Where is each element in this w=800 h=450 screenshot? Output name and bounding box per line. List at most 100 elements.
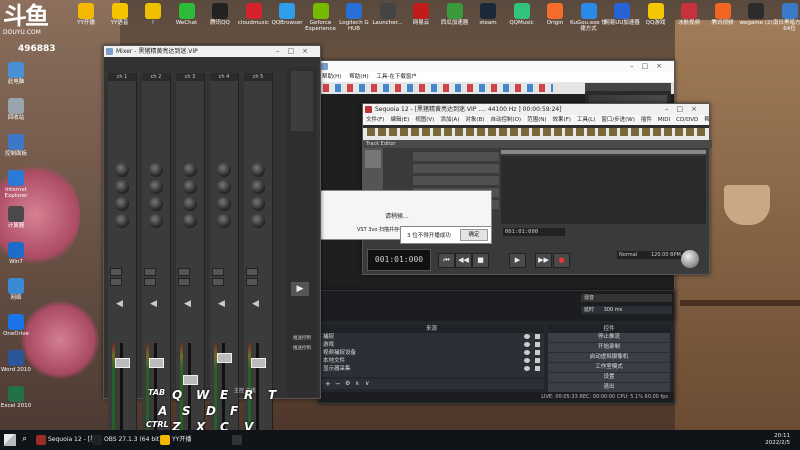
source-row[interactable]: 视频捕捉设备 — [319, 349, 544, 357]
back-button[interactable]: ◀◀ — [455, 253, 472, 268]
sequoia-titlebar[interactable]: Sequoia 12 - [黑猪精黄亮达到迷.VIP .... 44100 Hz… — [363, 104, 709, 115]
play-icon[interactable]: ▶ — [291, 282, 309, 296]
speaker-icon[interactable]: ◀ — [150, 299, 157, 309]
knob-icon[interactable] — [149, 163, 163, 177]
channel-toggle-button[interactable] — [178, 268, 190, 276]
speaker-icon[interactable]: ◀ — [184, 299, 191, 309]
obs-delay-row[interactable]: 延时 300 ms — [581, 306, 672, 314]
sequoia-menubar[interactable]: 文件(F) 编辑(E) 视图(V) 添加(A) 对象(B) 自动控制(O) 范围(N) 效果(… — [363, 115, 709, 125]
channel-toggle-button[interactable] — [212, 268, 224, 276]
menu-item[interactable]: MIDI — [655, 117, 673, 123]
control-button[interactable]: 启动虚拟摄像机 — [548, 353, 670, 363]
side-button[interactable]: 推送控制 — [287, 345, 317, 351]
knob-icon[interactable] — [217, 163, 231, 177]
lock-icon[interactable] — [535, 342, 540, 347]
window-controls[interactable]: –□× — [665, 104, 705, 115]
remove-icon[interactable]: − — [335, 380, 341, 388]
forward-button[interactable]: ▶▶ — [535, 253, 552, 268]
down-arrow-icon[interactable]: ∨ — [365, 380, 369, 387]
back-window-menu[interactable]: 帮助(H) 帮助(H) 工具-在下载窗户 — [319, 72, 674, 82]
mixer-titlebar[interactable]: Mixer - 黑猪精黄亮达到迷.VIP –□× — [104, 46, 320, 57]
clock[interactable]: 20:11 2022/2/5 — [720, 433, 790, 447]
sync-mode-field[interactable]: Normal — [617, 251, 649, 259]
desktop-icon[interactable]: 控制面板 — [0, 134, 36, 157]
desktop-icon[interactable]: 回收站 — [0, 98, 36, 121]
desktop-icon[interactable]: 南日黑暗方案 64位 — [770, 3, 800, 32]
arrange-area[interactable] — [501, 156, 706, 224]
stop-button[interactable]: ■ — [472, 253, 489, 268]
lock-icon[interactable] — [535, 358, 540, 363]
gear-icon[interactable]: ⚙ — [345, 380, 350, 387]
lock-icon[interactable] — [535, 366, 540, 371]
menu-item[interactable]: 文件(F) — [363, 117, 387, 123]
taskbar-app[interactable]: OBS 27.1.3 (64 bit) — [90, 430, 162, 450]
menu-item[interactable]: 范围(N) — [524, 117, 549, 123]
control-button[interactable]: 停止推流 — [548, 333, 670, 343]
desktop-icon[interactable]: 计算器 — [0, 206, 36, 229]
channel-toggle-button[interactable] — [144, 278, 156, 286]
add-icon[interactable]: + — [325, 380, 331, 388]
side-button[interactable]: 推送控制 — [287, 335, 317, 341]
lock-icon[interactable] — [535, 334, 540, 339]
eye-icon[interactable] — [524, 358, 530, 363]
knob-icon[interactable] — [115, 197, 129, 211]
control-button[interactable]: 工作室模式 — [548, 363, 670, 373]
menu-item[interactable]: 工具(L) — [574, 117, 598, 123]
menu-item[interactable]: CD/DVD — [673, 117, 701, 123]
control-button[interactable]: 开始录制 — [548, 343, 670, 353]
menu-item[interactable]: 帮助(H) — [346, 74, 371, 80]
menu-item[interactable]: 视图(V) — [412, 117, 437, 123]
volume-fader[interactable] — [115, 358, 130, 368]
tempo-field[interactable]: 120.00 BPM — [649, 251, 685, 259]
delay-value[interactable]: 300 ms — [604, 307, 623, 313]
knob-icon[interactable] — [149, 180, 163, 194]
menu-item[interactable]: 效果(F) — [549, 117, 573, 123]
volume-fader[interactable] — [251, 358, 266, 368]
eye-icon[interactable] — [524, 334, 530, 339]
desktop-icon[interactable]: Word 2010 — [0, 350, 36, 373]
ok-button[interactable]: 确定 — [460, 229, 488, 241]
search-icon[interactable]: ⌕ — [22, 434, 27, 444]
knob-icon[interactable] — [183, 214, 197, 228]
volume-fader[interactable] — [183, 375, 198, 385]
sequoia-window[interactable]: Sequoia 12 - [黑猪精黄亮达到迷.VIP .... 44100 Hz… — [362, 103, 712, 275]
knob-icon[interactable] — [149, 197, 163, 211]
desktop-icon[interactable]: Internet Explorer — [0, 170, 36, 199]
speaker-icon[interactable]: ◀ — [218, 299, 225, 309]
control-button[interactable]: 设置 — [548, 373, 670, 383]
menu-item[interactable]: 窗口/步进(W) — [598, 117, 638, 123]
speaker-icon[interactable]: ◀ — [116, 299, 123, 309]
channel-toggle-button[interactable] — [212, 278, 224, 286]
knob-icon[interactable] — [115, 214, 129, 228]
eye-icon[interactable] — [524, 350, 530, 355]
taskbar-app[interactable]: YY开播 — [158, 430, 191, 450]
window-controls[interactable]: –□× — [276, 46, 316, 57]
play-button[interactable]: ▶ — [509, 253, 526, 268]
source-row[interactable]: 捕捉 — [319, 333, 544, 341]
status-dialog[interactable]: 3 位不得开播成功 确定 — [400, 226, 492, 244]
windows-start-icon[interactable] — [4, 434, 16, 446]
menu-item[interactable]: 工具-在下载窗户 — [373, 74, 420, 80]
knob-icon[interactable] — [183, 197, 197, 211]
volume-fader[interactable] — [149, 358, 164, 368]
eye-icon[interactable] — [524, 366, 530, 371]
channel-toggle-button[interactable] — [246, 268, 258, 276]
knob-icon[interactable] — [251, 197, 265, 211]
speaker-icon[interactable]: ◀ — [252, 299, 259, 309]
menu-item[interactable]: 自动控制(O) — [487, 117, 524, 123]
knob-icon[interactable] — [149, 214, 163, 228]
knob-icon[interactable] — [251, 163, 265, 177]
source-row[interactable]: 显示器采集 — [319, 365, 544, 373]
knob-icon[interactable] — [115, 163, 129, 177]
menu-item[interactable]: 编辑(E) — [387, 117, 412, 123]
source-row[interactable]: 本地文件 — [319, 357, 544, 365]
menu-item[interactable]: 插件 — [638, 117, 655, 123]
desktop-icon[interactable]: Excel 2010 — [0, 386, 36, 409]
channel-toggle-button[interactable] — [178, 278, 190, 286]
volume-fader[interactable] — [217, 353, 232, 363]
menu-item[interactable]: 帮助(H) — [319, 74, 344, 80]
menu-item[interactable]: 添加(A) — [437, 117, 462, 123]
back-window-titlebar[interactable]: –□× — [319, 61, 674, 72]
taskbar-app[interactable] — [230, 430, 244, 450]
rewind-button[interactable]: ⏮ — [438, 253, 455, 268]
